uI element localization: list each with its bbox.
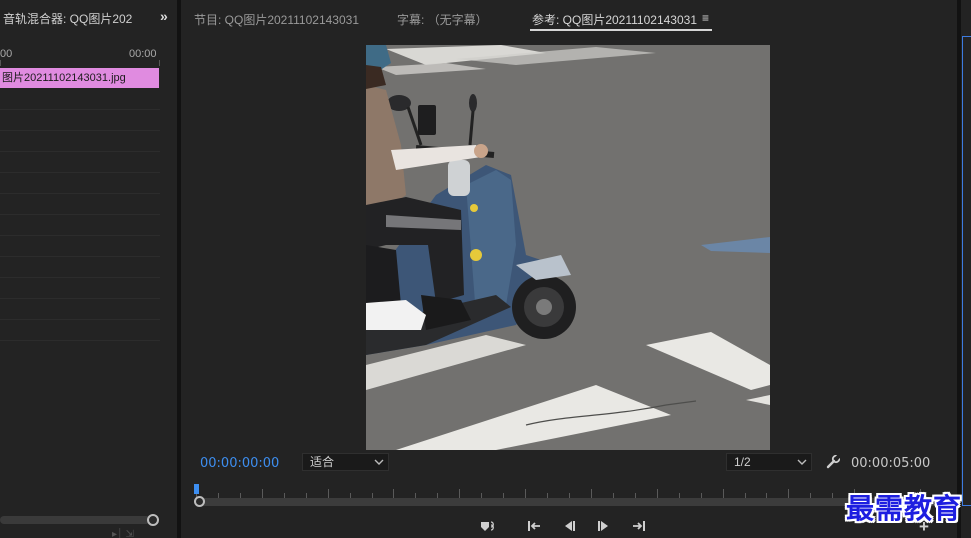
chevron-down-icon <box>797 459 807 465</box>
track-row-divider <box>0 298 160 299</box>
watermark-logo: 最需教育 <box>846 492 963 525</box>
mixer-scrollbar[interactable] <box>0 516 150 524</box>
track-row-divider <box>0 277 160 278</box>
track-row-divider <box>0 235 160 236</box>
track-row-divider <box>0 130 160 131</box>
tab-program[interactable]: 节目: QQ图片20211102143031 <box>194 11 359 28</box>
zoom-level-value: 适合 <box>310 455 335 469</box>
ruler-tick <box>459 489 460 498</box>
ruler-tick <box>657 489 658 498</box>
ruler-tick <box>328 489 329 498</box>
current-timecode[interactable]: 00:00:00:00 <box>200 456 279 471</box>
tab-captions[interactable]: 字幕: （无字幕） <box>397 11 488 28</box>
ruler-tick <box>525 489 526 498</box>
track-row-divider <box>0 214 160 215</box>
mixer-footer-icons: ▸⏐ ⇲ <box>112 529 134 538</box>
ruler-tick <box>393 489 394 498</box>
track-row-divider <box>0 151 160 152</box>
step-back-icon[interactable] <box>561 518 577 534</box>
zoom-scroll-handle[interactable] <box>194 496 205 507</box>
ruler-tick <box>723 489 724 498</box>
playhead[interactable] <box>194 484 199 494</box>
mixer-time-ruler[interactable]: 00 00:00 <box>0 44 160 66</box>
track-row-divider <box>0 193 160 194</box>
ruler-tick <box>159 60 160 66</box>
track-row-divider <box>0 256 160 257</box>
ruler-tick <box>0 60 1 66</box>
ruler-tick <box>591 489 592 498</box>
ruler-tick <box>262 489 263 498</box>
zoom-scrollbar[interactable] <box>196 498 946 506</box>
step-forward-icon[interactable] <box>596 518 612 534</box>
hamburger-menu-icon[interactable]: ≡ <box>702 11 709 25</box>
chevron-down-icon <box>374 459 384 465</box>
tab-reference[interactable]: 参考: QQ图片20211102143031 <box>532 11 697 28</box>
audio-mixer-header: 音轨混合器: QQ图片202 » <box>0 0 177 34</box>
track-row-divider <box>0 109 160 110</box>
track-row-divider <box>0 340 160 341</box>
reference-monitor-panel: 节目: QQ图片20211102143031 字幕: （无字幕） 参考: QQ图… <box>181 0 957 538</box>
focused-panel-outline <box>962 36 971 506</box>
ruler-end-timecode: 00:00 <box>129 48 157 60</box>
double-chevron-right-icon[interactable]: » <box>160 8 168 24</box>
ruler-start-timecode: 00 <box>0 48 13 60</box>
audio-mixer-panel: 音轨混合器: QQ图片202 » 00 00:00 图片202111021430… <box>0 0 177 538</box>
video-preview[interactable] <box>366 45 770 450</box>
duration-timecode: 00:00:05:00 <box>851 456 931 471</box>
wrench-settings-icon[interactable] <box>826 455 840 469</box>
track-row-divider <box>0 319 160 320</box>
track-row-divider <box>0 172 160 173</box>
active-tab-underline <box>530 29 712 31</box>
audio-mixer-title[interactable]: 音轨混合器: QQ图片202 <box>3 10 132 27</box>
go-to-in-icon[interactable] <box>526 518 542 534</box>
marker-link-icon[interactable] <box>480 518 496 534</box>
monitor-tabs: 节目: QQ图片20211102143031 字幕: （无字幕） 参考: QQ图… <box>181 0 957 34</box>
playback-resolution-value: 1/2 <box>734 455 751 469</box>
ruler-tick <box>788 489 789 498</box>
mixer-scroll-handle[interactable] <box>147 514 159 526</box>
media-clip[interactable]: 图片20211102143031.jpg <box>0 68 159 88</box>
monitor-time-ruler[interactable] <box>196 484 943 498</box>
scooter-photo <box>366 45 770 450</box>
go-to-out-icon[interactable] <box>631 518 647 534</box>
playback-resolution-select[interactable]: 1/2 <box>726 453 812 471</box>
zoom-level-select[interactable]: 适合 <box>302 453 389 471</box>
